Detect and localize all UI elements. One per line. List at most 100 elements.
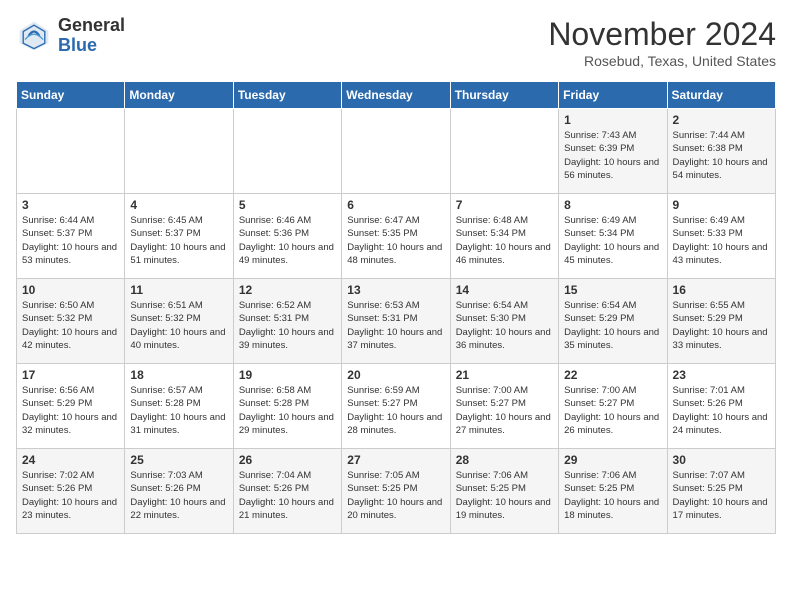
day-number: 2 — [673, 113, 770, 127]
day-cell: 20 Sunrise: 6:59 AM Sunset: 5:27 PM Dayli… — [342, 364, 450, 449]
day-info: Sunrise: 6:57 AM Sunset: 5:28 PM Dayligh… — [130, 384, 227, 437]
logo: General Blue — [16, 16, 125, 56]
title-block: November 2024 Rosebud, Texas, United Sta… — [548, 16, 776, 69]
day-cell — [233, 109, 341, 194]
day-cell: 13 Sunrise: 6:53 AM Sunset: 5:31 PM Dayli… — [342, 279, 450, 364]
day-cell: 26 Sunrise: 7:04 AM Sunset: 5:26 PM Dayli… — [233, 449, 341, 534]
day-number: 15 — [564, 283, 661, 297]
location: Rosebud, Texas, United States — [548, 53, 776, 69]
day-number: 1 — [564, 113, 661, 127]
day-info: Sunrise: 6:55 AM Sunset: 5:29 PM Dayligh… — [673, 299, 770, 352]
day-cell: 18 Sunrise: 6:57 AM Sunset: 5:28 PM Dayli… — [125, 364, 233, 449]
day-info: Sunrise: 7:06 AM Sunset: 5:25 PM Dayligh… — [456, 469, 553, 522]
day-cell: 7 Sunrise: 6:48 AM Sunset: 5:34 PM Daylig… — [450, 194, 558, 279]
day-cell: 2 Sunrise: 7:44 AM Sunset: 6:38 PM Daylig… — [667, 109, 775, 194]
day-cell: 27 Sunrise: 7:05 AM Sunset: 5:25 PM Dayli… — [342, 449, 450, 534]
day-number: 26 — [239, 453, 336, 467]
day-cell: 21 Sunrise: 7:00 AM Sunset: 5:27 PM Dayli… — [450, 364, 558, 449]
day-number: 17 — [22, 368, 119, 382]
day-info: Sunrise: 6:46 AM Sunset: 5:36 PM Dayligh… — [239, 214, 336, 267]
day-number: 21 — [456, 368, 553, 382]
day-cell: 4 Sunrise: 6:45 AM Sunset: 5:37 PM Daylig… — [125, 194, 233, 279]
day-info: Sunrise: 6:52 AM Sunset: 5:31 PM Dayligh… — [239, 299, 336, 352]
day-number: 4 — [130, 198, 227, 212]
day-cell: 30 Sunrise: 7:07 AM Sunset: 5:25 PM Dayli… — [667, 449, 775, 534]
day-info: Sunrise: 7:04 AM Sunset: 5:26 PM Dayligh… — [239, 469, 336, 522]
day-info: Sunrise: 6:49 AM Sunset: 5:34 PM Dayligh… — [564, 214, 661, 267]
day-cell: 14Sunrise: 6:54 AM Sunset: 5:30 PM Dayli… — [450, 279, 558, 364]
day-number: 30 — [673, 453, 770, 467]
day-info: Sunrise: 7:03 AM Sunset: 5:26 PM Dayligh… — [130, 469, 227, 522]
day-info: Sunrise: 7:07 AM Sunset: 5:25 PM Dayligh… — [673, 469, 770, 522]
week-row-5: 24Sunrise: 7:02 AM Sunset: 5:26 PM Dayli… — [17, 449, 776, 534]
day-cell — [125, 109, 233, 194]
day-cell: 16Sunrise: 6:55 AM Sunset: 5:29 PM Dayli… — [667, 279, 775, 364]
day-cell: 24Sunrise: 7:02 AM Sunset: 5:26 PM Dayli… — [17, 449, 125, 534]
day-cell: 28 Sunrise: 7:06 AM Sunset: 5:25 PM Dayli… — [450, 449, 558, 534]
day-header-monday: Monday — [125, 82, 233, 109]
day-number: 14 — [456, 283, 553, 297]
week-row-1: 1 Sunrise: 7:43 AM Sunset: 6:39 PM Daylig… — [17, 109, 776, 194]
day-number: 7 — [456, 198, 553, 212]
logo-blue: Blue — [58, 35, 97, 55]
day-info: Sunrise: 6:44 AM Sunset: 5:37 PM Dayligh… — [22, 214, 119, 267]
day-cell: 17Sunrise: 6:56 AM Sunset: 5:29 PM Dayli… — [17, 364, 125, 449]
day-number: 8 — [564, 198, 661, 212]
day-number: 23 — [673, 368, 770, 382]
week-row-2: 3 Sunrise: 6:44 AM Sunset: 5:37 PM Daylig… — [17, 194, 776, 279]
day-number: 3 — [22, 198, 119, 212]
day-info: Sunrise: 6:49 AM Sunset: 5:33 PM Dayligh… — [673, 214, 770, 267]
day-info: Sunrise: 6:47 AM Sunset: 5:35 PM Dayligh… — [347, 214, 444, 267]
day-cell: 19 Sunrise: 6:58 AM Sunset: 5:28 PM Dayli… — [233, 364, 341, 449]
day-cell: 15 Sunrise: 6:54 AM Sunset: 5:29 PM Dayli… — [559, 279, 667, 364]
day-info: Sunrise: 7:00 AM Sunset: 5:27 PM Dayligh… — [456, 384, 553, 437]
day-info: Sunrise: 6:58 AM Sunset: 5:28 PM Dayligh… — [239, 384, 336, 437]
day-number: 20 — [347, 368, 444, 382]
logo-general: General — [58, 15, 125, 35]
day-number: 25 — [130, 453, 227, 467]
day-number: 10 — [22, 283, 119, 297]
day-info: Sunrise: 6:59 AM Sunset: 5:27 PM Dayligh… — [347, 384, 444, 437]
day-info: Sunrise: 7:43 AM Sunset: 6:39 PM Dayligh… — [564, 129, 661, 182]
day-cell: 6 Sunrise: 6:47 AM Sunset: 5:35 PM Daylig… — [342, 194, 450, 279]
day-number: 13 — [347, 283, 444, 297]
day-cell — [17, 109, 125, 194]
day-cell — [450, 109, 558, 194]
day-info: Sunrise: 6:54 AM Sunset: 5:29 PM Dayligh… — [564, 299, 661, 352]
day-cell: 23 Sunrise: 7:01 AM Sunset: 5:26 PM Dayli… — [667, 364, 775, 449]
day-header-wednesday: Wednesday — [342, 82, 450, 109]
month-title: November 2024 — [548, 16, 776, 53]
day-info: Sunrise: 6:45 AM Sunset: 5:37 PM Dayligh… — [130, 214, 227, 267]
day-info: Sunrise: 7:44 AM Sunset: 6:38 PM Dayligh… — [673, 129, 770, 182]
day-info: Sunrise: 7:02 AM Sunset: 5:26 PM Dayligh… — [22, 469, 119, 522]
day-cell: 3 Sunrise: 6:44 AM Sunset: 5:37 PM Daylig… — [17, 194, 125, 279]
day-number: 27 — [347, 453, 444, 467]
day-header-tuesday: Tuesday — [233, 82, 341, 109]
day-info: Sunrise: 7:05 AM Sunset: 5:25 PM Dayligh… — [347, 469, 444, 522]
calendar-table: SundayMondayTuesdayWednesdayThursdayFrid… — [16, 81, 776, 534]
day-number: 12 — [239, 283, 336, 297]
day-number: 28 — [456, 453, 553, 467]
header-row: SundayMondayTuesdayWednesdayThursdayFrid… — [17, 82, 776, 109]
day-number: 29 — [564, 453, 661, 467]
day-cell: 12 Sunrise: 6:52 AM Sunset: 5:31 PM Dayli… — [233, 279, 341, 364]
day-number: 19 — [239, 368, 336, 382]
day-cell: 11Sunrise: 6:51 AM Sunset: 5:32 PM Dayli… — [125, 279, 233, 364]
day-info: Sunrise: 6:51 AM Sunset: 5:32 PM Dayligh… — [130, 299, 227, 352]
day-cell: 25 Sunrise: 7:03 AM Sunset: 5:26 PM Dayli… — [125, 449, 233, 534]
day-number: 5 — [239, 198, 336, 212]
day-info: Sunrise: 6:48 AM Sunset: 5:34 PM Dayligh… — [456, 214, 553, 267]
day-cell: 8 Sunrise: 6:49 AM Sunset: 5:34 PM Daylig… — [559, 194, 667, 279]
day-info: Sunrise: 7:01 AM Sunset: 5:26 PM Dayligh… — [673, 384, 770, 437]
day-number: 18 — [130, 368, 227, 382]
day-cell: 22Sunrise: 7:00 AM Sunset: 5:27 PM Dayli… — [559, 364, 667, 449]
day-header-friday: Friday — [559, 82, 667, 109]
day-header-thursday: Thursday — [450, 82, 558, 109]
day-cell: 29Sunrise: 7:06 AM Sunset: 5:25 PM Dayli… — [559, 449, 667, 534]
day-info: Sunrise: 6:53 AM Sunset: 5:31 PM Dayligh… — [347, 299, 444, 352]
day-number: 6 — [347, 198, 444, 212]
day-cell: 1 Sunrise: 7:43 AM Sunset: 6:39 PM Daylig… — [559, 109, 667, 194]
day-header-saturday: Saturday — [667, 82, 775, 109]
day-cell: 10Sunrise: 6:50 AM Sunset: 5:32 PM Dayli… — [17, 279, 125, 364]
day-number: 9 — [673, 198, 770, 212]
